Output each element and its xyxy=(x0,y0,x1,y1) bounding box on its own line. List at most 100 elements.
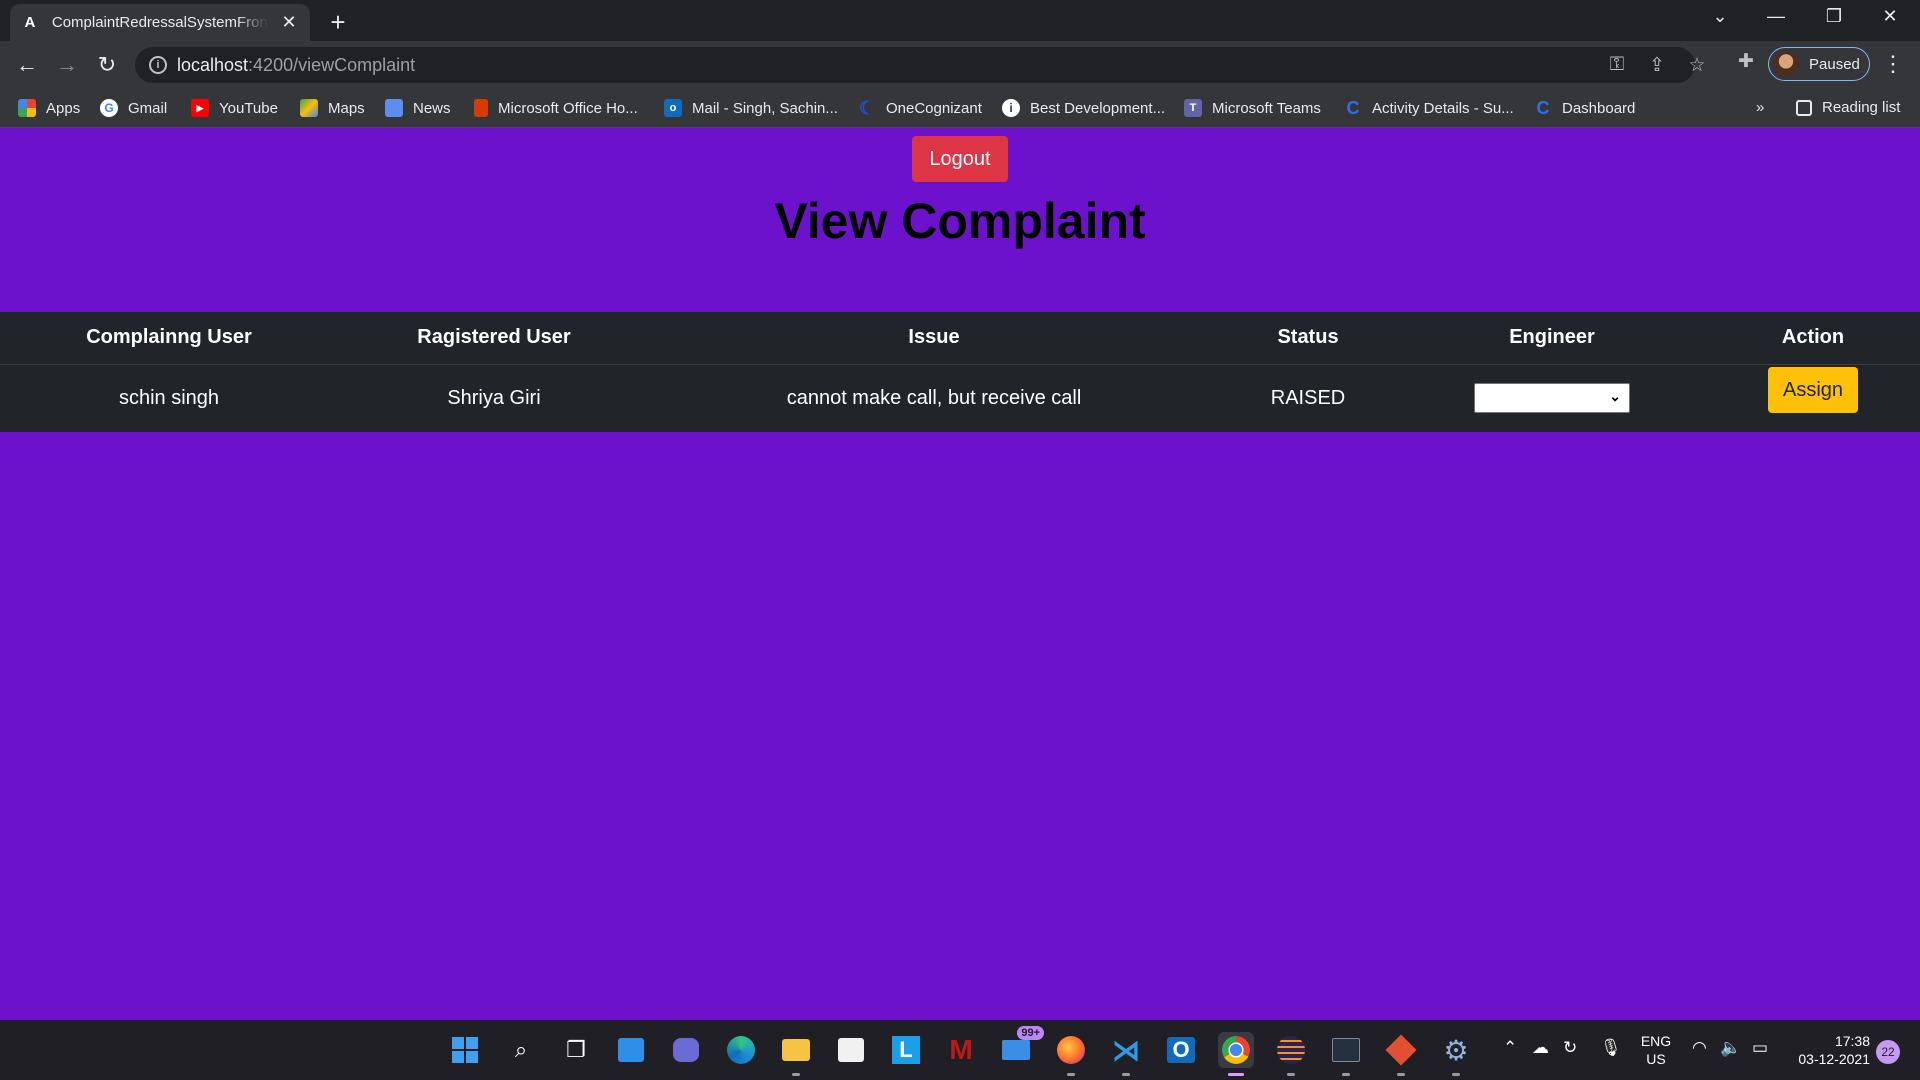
tab-title: ComplaintRedressalSystemFrontend xyxy=(51,14,268,31)
star-icon[interactable]: ☆ xyxy=(1685,54,1709,77)
teams-chat-icon[interactable] xyxy=(668,1032,704,1068)
google-icon: G xyxy=(100,99,118,117)
bookmark-label: OneCognizant xyxy=(886,99,982,117)
eclipse-icon[interactable] xyxy=(1273,1032,1309,1076)
bookmark-label: Dashboard xyxy=(1562,99,1636,117)
c-logo-icon: C xyxy=(1346,98,1360,118)
settings-icon[interactable]: ⚙ xyxy=(1438,1032,1474,1076)
address-bar[interactable]: i localhost:4200/viewComplaint ⚿ ⇪ ☆ xyxy=(135,47,1706,83)
file-explorer-icon[interactable] xyxy=(778,1032,814,1076)
bookmark-dashboard[interactable]: C Dashboard xyxy=(1534,99,1636,117)
column-header: Complainng User xyxy=(0,312,338,365)
mail-icon[interactable]: 99+ xyxy=(998,1026,1044,1068)
launcher-l-icon[interactable]: L xyxy=(888,1032,924,1068)
mysql-workbench-icon[interactable] xyxy=(1328,1032,1364,1076)
bookmark-label: Maps xyxy=(328,99,365,117)
restore-icon[interactable]: ❐ xyxy=(1814,6,1854,27)
key-icon[interactable]: ⚿ xyxy=(1605,54,1629,76)
notification-badge[interactable]: 22 xyxy=(1876,1040,1900,1064)
bookmark-office[interactable]: Microsoft Office Ho... xyxy=(474,99,638,117)
bookmark-teams[interactable]: T Microsoft Teams xyxy=(1184,99,1321,117)
reading-list-label: Reading list xyxy=(1822,99,1901,116)
bookmark-activity-details[interactable]: C Activity Details - Su... xyxy=(1344,99,1514,117)
volume-icon[interactable]: 🔈 xyxy=(1720,1038,1741,1058)
url-text[interactable]: localhost:4200/viewComplaint xyxy=(177,55,415,76)
news-icon xyxy=(385,99,403,117)
bookmark-apps[interactable]: Apps xyxy=(18,99,80,117)
page-title: View Complaint xyxy=(774,193,1146,249)
microphone-icon[interactable]: 🎙 xyxy=(1600,1038,1622,1058)
keyboard-region: US xyxy=(1646,1051,1666,1067)
onecognizant-icon: ☾ xyxy=(858,98,876,118)
bookmark-onecognizant[interactable]: ☾ OneCognizant xyxy=(858,99,982,117)
language-indicator[interactable]: ENG US xyxy=(1638,1032,1674,1068)
search-icon[interactable]: ⌕ xyxy=(503,1032,539,1068)
info-icon: i xyxy=(1002,99,1020,117)
back-icon[interactable]: ← xyxy=(12,51,42,79)
bookmark-label: Microsoft Office Ho... xyxy=(498,99,638,117)
edge-icon[interactable] xyxy=(723,1032,759,1068)
clock-time: 17:38 xyxy=(1834,1033,1870,1049)
chevron-up-icon[interactable]: ⌃ xyxy=(1503,1038,1517,1058)
chevron-down-icon: ⌄ xyxy=(1609,388,1621,405)
bookmark-mail[interactable]: o Mail - Singh, Sachin... xyxy=(664,99,838,117)
profile-button[interactable]: Paused xyxy=(1768,47,1870,81)
vscode-icon[interactable]: ⋊ xyxy=(1108,1032,1144,1076)
bookmark-label: YouTube xyxy=(219,99,278,117)
youtube-icon: ▶ xyxy=(191,99,209,117)
outlook-icon[interactable]: O xyxy=(1163,1032,1199,1068)
bookmark-label: Activity Details - Su... xyxy=(1372,99,1514,117)
share-icon[interactable]: ⇪ xyxy=(1645,54,1669,77)
assign-button[interactable]: Assign xyxy=(1768,367,1858,414)
close-tab-icon[interactable]: ✕ xyxy=(280,12,298,33)
registered-user-cell: Shriya Giri xyxy=(447,386,541,409)
browser-tab[interactable]: A ComplaintRedressalSystemFrontend ✕ xyxy=(10,4,310,41)
teams-icon: T xyxy=(1184,99,1202,117)
browser-menu-icon[interactable]: ⋮ xyxy=(1880,51,1906,77)
taskbar: ⌕ ❐ L M 99+ ⋊ O ⚙ ⌃ ☁ ↻ 🎙 ENG US ◠ 🔈 ▭ 1… xyxy=(0,1020,1920,1080)
bookmark-label: Apps xyxy=(46,99,81,117)
mcafee-icon[interactable]: M xyxy=(943,1032,979,1068)
close-window-icon[interactable]: ✕ xyxy=(1870,6,1910,27)
minimize-icon[interactable]: — xyxy=(1756,6,1796,27)
clock-date: 03-12-2021 xyxy=(1798,1051,1870,1067)
reload-icon[interactable]: ↻ xyxy=(92,51,122,79)
mail-badge: 99+ xyxy=(1017,1026,1044,1040)
firefox-icon[interactable] xyxy=(1053,1032,1089,1076)
sync-icon[interactable]: ↻ xyxy=(1563,1038,1577,1058)
site-info-icon[interactable]: i xyxy=(149,56,167,74)
onedrive-icon[interactable]: ☁ xyxy=(1532,1038,1549,1058)
git-icon[interactable] xyxy=(1383,1032,1419,1076)
store-icon[interactable] xyxy=(833,1032,869,1068)
bookmark-best-development[interactable]: i Best Development... xyxy=(1002,99,1165,117)
browser-toolbar: ← → ↻ i localhost:4200/viewComplaint ⚿ ⇪… xyxy=(0,41,1920,89)
new-tab-icon[interactable]: + xyxy=(324,7,352,38)
bookmark-gmail[interactable]: G Gmail xyxy=(100,99,167,117)
column-header: Action xyxy=(1706,312,1920,365)
bookmark-maps[interactable]: Maps xyxy=(300,99,365,117)
engineer-cell: ⌄ xyxy=(1398,364,1706,432)
bookmark-youtube[interactable]: ▶ YouTube xyxy=(191,99,278,117)
complaining-user-cell: schin singh xyxy=(118,386,220,409)
bookmark-news[interactable]: News xyxy=(385,99,451,117)
office-icon xyxy=(474,99,488,117)
battery-icon[interactable]: ▭ xyxy=(1752,1038,1768,1058)
bookmark-label: Mail - Singh, Sachin... xyxy=(692,99,838,117)
tab-search-chevron-icon[interactable]: ⌄ xyxy=(1700,6,1740,27)
bookmarks-overflow-icon[interactable]: » xyxy=(1756,99,1764,116)
logout-button[interactable]: Logout xyxy=(912,136,1008,182)
chrome-icon[interactable] xyxy=(1218,1032,1254,1076)
wifi-icon[interactable]: ◠ xyxy=(1692,1038,1707,1058)
tab-strip: A ComplaintRedressalSystemFrontend ✕ + ⌄… xyxy=(0,0,1920,41)
status-cell: RAISED xyxy=(1270,386,1346,409)
engineer-select[interactable]: ⌄ xyxy=(1474,383,1630,414)
column-header: Status xyxy=(1218,312,1398,365)
reading-list-button[interactable]: Reading list xyxy=(1796,99,1900,116)
forward-icon[interactable]: → xyxy=(52,51,82,79)
action-cell: Assign xyxy=(1706,364,1920,432)
widgets-icon[interactable] xyxy=(613,1032,649,1068)
windows-start-icon[interactable] xyxy=(447,1032,483,1068)
clock[interactable]: 17:38 03-12-2021 xyxy=(1790,1032,1870,1068)
task-view-icon[interactable]: ❐ xyxy=(558,1032,594,1068)
extensions-icon[interactable]: ✚ xyxy=(1734,50,1758,73)
